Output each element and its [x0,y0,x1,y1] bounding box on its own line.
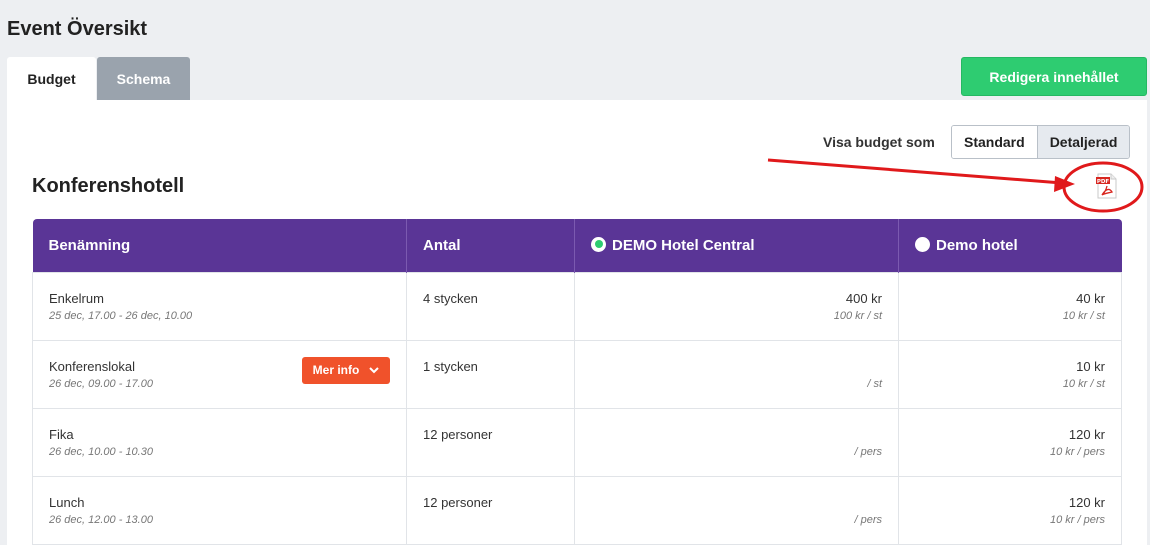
row-hotel2-cell: 120 kr 10 kr / pers [898,475,1122,545]
budget-view-toggle: Standard Detaljerad [951,125,1131,159]
view-budget-label: Visa budget som [823,134,935,150]
toggle-detailed-button[interactable]: Detaljerad [1036,126,1130,158]
table-row: Enkelrum 25 dec, 17.00 - 26 dec, 10.00 4… [32,271,1122,341]
row-hotel1-cell: / st [574,339,899,409]
column-header-hotel1[interactable]: DEMO Hotel Central [574,219,899,272]
pdf-icon[interactable]: PDF [1096,173,1118,199]
table-row: Lunch 26 dec, 12.00 - 13.00 12 personer … [32,475,1122,545]
table-row: Konferenslokal 26 dec, 09.00 - 17.00 Mer… [32,339,1122,409]
column-header-hotel2[interactable]: Demo hotel [898,219,1122,272]
column-header-name: Benämning [32,219,407,272]
table-row: Fika 26 dec, 10.00 - 10.30 12 personer /… [32,407,1122,477]
toggle-standard-button[interactable]: Standard [952,126,1037,158]
row-hotel1-cell: / pers [574,407,899,477]
chevron-down-icon [369,366,380,373]
row-qty-cell: 4 stycken [406,271,575,341]
row-name-cell: Lunch 26 dec, 12.00 - 13.00 [32,475,407,545]
column-header-qty: Antal [406,219,575,272]
table-header-row: Benämning Antal DEMO Hotel Central Demo … [32,219,1122,272]
row-hotel2-cell: 10 kr 10 kr / st [898,339,1122,409]
more-info-button[interactable]: Mer info [302,356,390,384]
row-name-cell: Fika 26 dec, 10.00 - 10.30 [32,407,407,477]
row-qty-cell: 1 stycken [406,339,575,409]
tab-budget[interactable]: Budget [7,57,96,101]
row-qty-cell: 12 personer [406,407,575,477]
row-hotel2-cell: 40 kr 10 kr / st [898,271,1122,341]
row-name-cell: Enkelrum 25 dec, 17.00 - 26 dec, 10.00 [32,271,407,341]
svg-text:PDF: PDF [1097,179,1110,185]
hotel2-radio[interactable] [915,236,930,252]
row-name-cell: Konferenslokal 26 dec, 09.00 - 17.00 Mer… [32,339,407,409]
budget-table: Benämning Antal DEMO Hotel Central Demo … [32,219,1122,545]
section-title: Konferenshotell [32,175,185,197]
page-title: Event Översikt [7,18,148,40]
row-qty-cell: 12 personer [406,475,575,545]
row-hotel2-cell: 120 kr 10 kr / pers [898,407,1122,477]
tab-schema[interactable]: Schema [97,57,190,101]
edit-content-button[interactable]: Redigera innehållet [961,57,1147,96]
row-hotel1-cell: / pers [574,475,899,545]
hotel1-radio[interactable] [591,236,606,252]
row-hotel1-cell: 400 kr 100 kr / st [574,271,899,341]
